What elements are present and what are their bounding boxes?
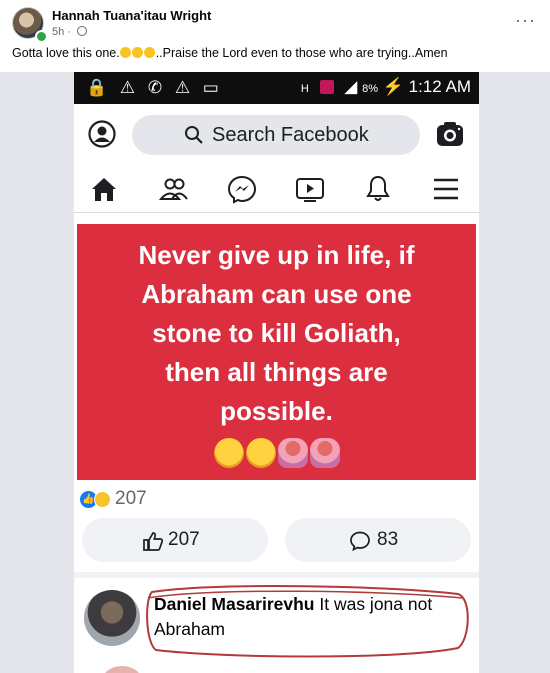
author-name[interactable]: Hannah Tuana'itau Wright	[52, 8, 211, 23]
clock: 1:12 AM	[408, 77, 471, 96]
search-icon	[185, 126, 203, 144]
online-status-dot	[35, 30, 48, 43]
signal-icon: ◢	[344, 77, 358, 96]
red-circle-annotation	[146, 585, 469, 658]
section-divider	[74, 572, 479, 578]
post-header: Hannah Tuana'itau Wright 5h · ···	[0, 0, 550, 43]
crying-laughing-emoji-icon	[132, 47, 144, 58]
comment-count: 83	[377, 529, 399, 550]
battery-level: 8%	[362, 83, 378, 95]
reaction-count: 207	[115, 488, 147, 509]
messenger-icon[interactable]	[226, 174, 258, 204]
menu-icon[interactable]	[430, 174, 462, 204]
woman-facepalming-icon	[277, 438, 308, 468]
network-type: H	[300, 83, 309, 95]
camera-icon[interactable]	[435, 120, 465, 148]
shared-screenshot[interactable]: 🔒 ⚠ ✆ ⚠ ▭ H ◢ 8% ⚡ 1:12 AM Search Facebo…	[0, 72, 550, 673]
phone-screen: 🔒 ⚠ ✆ ⚠ ▭ H ◢ 8% ⚡ 1:12 AM Search Facebo…	[74, 72, 479, 673]
status-left-icons: 🔒 ⚠ ✆ ⚠ ▭	[86, 78, 223, 97]
haha-reaction-icon	[94, 490, 111, 508]
notifications-icon[interactable]	[362, 174, 394, 204]
heart-app-icon	[319, 80, 334, 94]
caption-tail: ..Praise the Lord even to those who are …	[155, 46, 448, 60]
status-bar: 🔒 ⚠ ✆ ⚠ ▭ H ◢ 8% ⚡ 1:12 AM	[74, 72, 479, 104]
reaction-summary[interactable]: 👍 207	[80, 488, 147, 510]
charging-icon: ⚡	[382, 77, 404, 96]
commenter-avatar[interactable]	[84, 590, 140, 646]
quote-text: Never give up in life, if Abraham can us…	[77, 236, 476, 431]
post-caption: Gotta love this one. ..Praise the Lord ev…	[12, 46, 448, 60]
search-bar[interactable]: Search Facebook	[132, 115, 420, 155]
post-meta: 5h ·	[52, 26, 88, 38]
thumbs-up-icon	[143, 532, 164, 551]
nav-bar	[74, 168, 479, 213]
profile-icon[interactable]	[88, 120, 116, 148]
laughing-emoji-icon	[120, 47, 132, 58]
like-count: 207	[168, 529, 200, 550]
home-icon[interactable]	[88, 174, 120, 204]
next-comment-avatar	[102, 666, 142, 673]
woman-facepalming-icon	[309, 438, 340, 468]
more-options-button[interactable]: ···	[515, 10, 536, 31]
quote-line: possible.	[220, 396, 333, 426]
search-row: Search Facebook	[74, 112, 479, 160]
caption-text: Gotta love this one.	[12, 46, 120, 60]
watch-icon[interactable]	[294, 174, 326, 204]
comment-item: Daniel Masarirevhu It was jona not Abrah…	[74, 582, 479, 662]
thinking-face-icon	[245, 438, 276, 468]
quote-line: then all things are	[165, 357, 388, 387]
post-time[interactable]: 5h	[52, 26, 64, 38]
friends-icon[interactable]	[158, 174, 190, 204]
laughing-emoji-icon	[144, 47, 156, 58]
public-globe-icon	[77, 26, 88, 36]
quote-line: Abraham can use one	[141, 279, 412, 309]
quote-line: stone to kill Goliath,	[152, 318, 401, 348]
banner-emojis	[77, 438, 476, 468]
comment-button[interactable]: 83	[285, 518, 471, 562]
search-placeholder: Search Facebook	[212, 124, 369, 146]
quote-banner[interactable]: Never give up in life, if Abraham can us…	[77, 224, 476, 480]
thinking-face-icon	[213, 438, 244, 468]
quote-line: Never give up in life, if	[138, 240, 415, 270]
comment-icon	[350, 531, 370, 552]
status-right: H ◢ 8% ⚡ 1:12 AM	[301, 77, 471, 97]
like-button[interactable]: 207	[82, 518, 268, 562]
